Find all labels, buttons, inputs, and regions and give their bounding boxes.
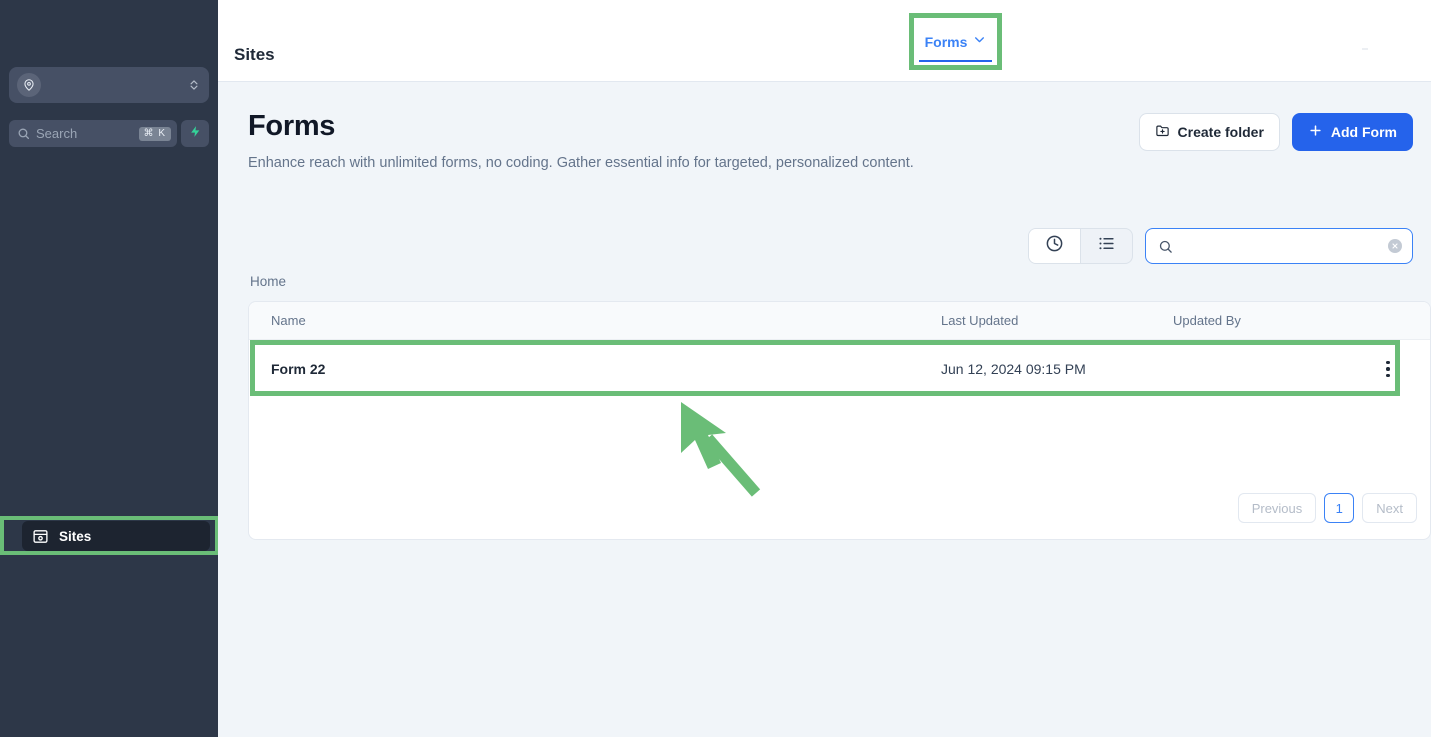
- cell-form-name[interactable]: Form 22: [249, 361, 941, 377]
- forms-search-input[interactable]: [1173, 238, 1388, 254]
- kebab-menu-icon[interactable]: [1373, 359, 1403, 379]
- topbar-artifact: [1362, 48, 1368, 50]
- list-toolbar: [1028, 228, 1413, 264]
- content-area: Forms Enhance reach with unlimited forms…: [218, 82, 1431, 737]
- lightning-bolt-button[interactable]: [181, 120, 209, 147]
- column-header-updated-by: Updated By: [1173, 313, 1241, 328]
- tab-forms[interactable]: Forms: [919, 24, 992, 62]
- forms-table: Name Last Updated Updated By Form 22 Jun…: [248, 301, 1431, 540]
- top-bar: Sites Forms: [218, 0, 1431, 82]
- app-root: Search ⌘ K Sites Sites Forms Forms Enhan…: [0, 0, 1431, 737]
- create-folder-button[interactable]: Create folder: [1138, 113, 1280, 151]
- main-area: Sites Forms Forms Enhance reach with unl…: [218, 0, 1431, 737]
- sidebar-search-placeholder: Search: [36, 126, 78, 141]
- search-shortcut-badge: ⌘ K: [138, 126, 171, 141]
- list-icon: [1097, 234, 1116, 258]
- forms-search-field[interactable]: [1145, 228, 1413, 264]
- view-mode-list[interactable]: [1081, 229, 1132, 263]
- header-actions: Create folder Add Form: [1138, 113, 1413, 151]
- search-icon: [17, 127, 30, 140]
- location-pin-icon: [17, 73, 41, 97]
- search-icon: [1158, 239, 1173, 254]
- chevron-up-down-icon: [187, 75, 201, 95]
- kebab-dot: [1386, 360, 1390, 365]
- table-row[interactable]: Form 22 Jun 12, 2024 09:15 PM: [249, 340, 1430, 398]
- create-folder-label: Create folder: [1177, 124, 1264, 140]
- plus-icon: [1308, 123, 1323, 141]
- add-form-button[interactable]: Add Form: [1291, 113, 1413, 151]
- chevron-down-icon: [973, 33, 986, 51]
- kebab-dot: [1386, 367, 1390, 371]
- pagination: Previous 1 Next: [1237, 493, 1417, 523]
- view-mode-toggle: [1028, 228, 1133, 264]
- table-header-row: Name Last Updated Updated By: [249, 302, 1430, 340]
- breadcrumb[interactable]: Home: [250, 274, 286, 289]
- clear-circle-icon[interactable]: [1388, 239, 1402, 253]
- workspace-selector[interactable]: [9, 67, 209, 103]
- column-header-name: Name: [271, 313, 306, 328]
- page-header: Forms Enhance reach with unlimited forms…: [248, 110, 993, 175]
- cell-last-updated: Jun 12, 2024 09:15 PM: [941, 361, 1086, 377]
- column-header-last-updated: Last Updated: [941, 313, 1019, 328]
- add-form-label: Add Form: [1330, 124, 1397, 140]
- folder-plus-icon: [1155, 123, 1170, 141]
- kebab-dot: [1386, 373, 1390, 378]
- page-context-title: Sites: [234, 45, 275, 64]
- view-mode-recent[interactable]: [1029, 229, 1080, 263]
- page-subtitle: Enhance reach with unlimited forms, no c…: [248, 155, 914, 171]
- pagination-page-1[interactable]: 1: [1324, 493, 1355, 523]
- sidebar: Search ⌘ K Sites: [0, 0, 219, 737]
- clock-icon: [1045, 234, 1064, 258]
- pagination-next[interactable]: Next: [1362, 493, 1417, 523]
- sites-window-icon: [32, 528, 49, 545]
- sidebar-search-input[interactable]: Search ⌘ K: [9, 120, 177, 147]
- page-title: Forms: [248, 110, 336, 142]
- sidebar-search-row: Search ⌘ K: [9, 120, 209, 147]
- pagination-previous[interactable]: Previous: [1237, 493, 1317, 523]
- lightning-bolt-icon: [189, 125, 202, 143]
- sidebar-item-label: Sites: [59, 528, 92, 544]
- sidebar-item-sites[interactable]: Sites: [22, 521, 210, 551]
- tab-forms-label: Forms: [924, 34, 968, 50]
